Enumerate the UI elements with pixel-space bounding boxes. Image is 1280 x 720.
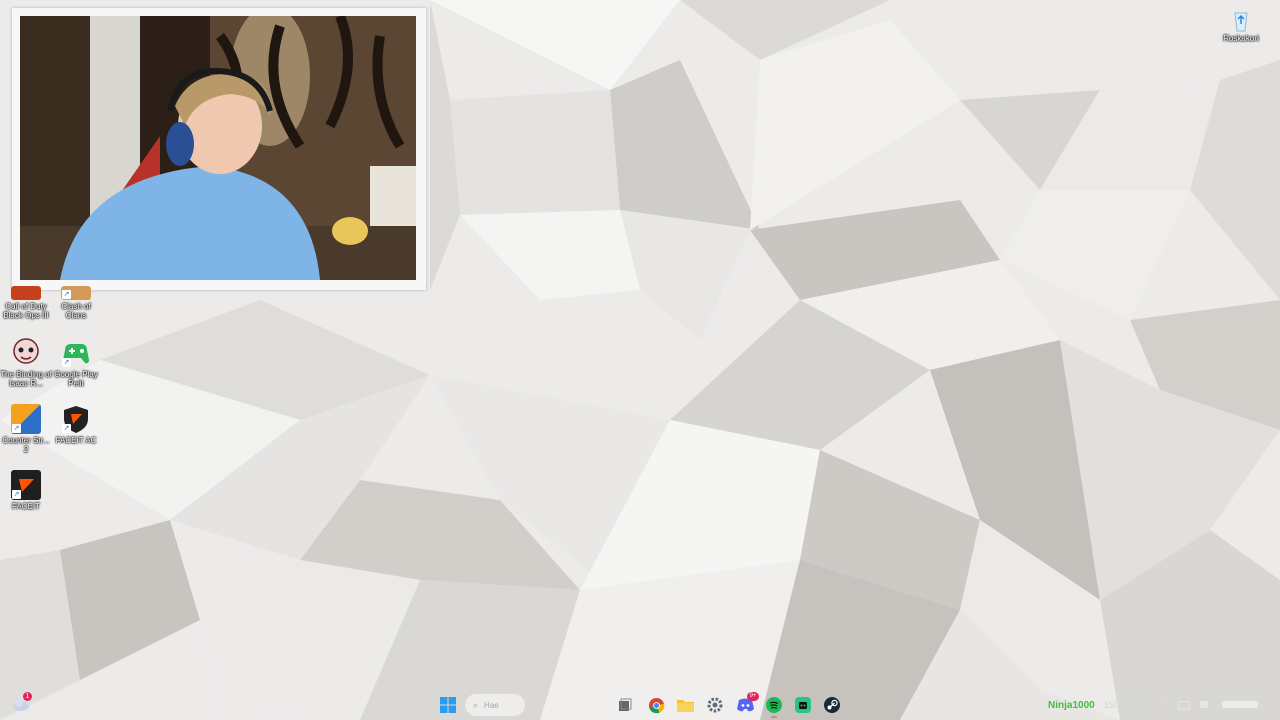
desktop-icon-label: FACEIT bbox=[11, 502, 40, 511]
taskbar-chrome[interactable] bbox=[645, 694, 667, 716]
folder-icon bbox=[676, 700, 694, 712]
desktop-icon-binding-of-isaac[interactable]: The Binding of Isaac R... bbox=[0, 338, 52, 388]
desktop-icon-recycle-bin[interactable]: Roskakori bbox=[1215, 8, 1267, 43]
taskbar-settings[interactable] bbox=[704, 694, 726, 716]
weather-widget[interactable]: 1 bbox=[10, 692, 32, 714]
steam-icon bbox=[824, 697, 840, 713]
faceit-ac-icon: ↗ bbox=[61, 404, 91, 434]
spotify-icon bbox=[766, 697, 782, 713]
clock-icon bbox=[1222, 701, 1258, 708]
call-of-duty-icon bbox=[11, 286, 41, 300]
chevron-up-icon: ^ bbox=[1160, 698, 1165, 708]
desktop-icon-google-play-games[interactable]: ↗ Google Play Pelit bbox=[50, 338, 102, 388]
start-button[interactable] bbox=[437, 694, 459, 716]
desktop-icon-faceit-ac[interactable]: ↗ FACEIT AC bbox=[50, 404, 102, 445]
clash-of-clans-icon: ↗ bbox=[61, 286, 91, 300]
gear-icon bbox=[707, 697, 723, 713]
desktop-icon-label: Roskakori bbox=[1223, 34, 1259, 43]
taskbar-discord[interactable]: 9+ bbox=[734, 692, 759, 716]
tray-icons[interactable]: ^ bbox=[1160, 698, 1270, 710]
desktop-icon-counter-strike[interactable]: ↗ Counter Str... 2 bbox=[0, 404, 52, 454]
taskbar-steam[interactable] bbox=[821, 694, 843, 716]
desktop-icon-clash-of-clans[interactable]: ↗ Clash of Clans bbox=[50, 286, 102, 320]
tray-user-label[interactable]: Ninja1000 bbox=[1048, 700, 1095, 711]
chrome-icon bbox=[648, 697, 664, 713]
taskbar-file-explorer[interactable] bbox=[674, 694, 696, 716]
desktop-icon-label: Counter Str... 2 bbox=[2, 436, 50, 454]
task-view-button[interactable] bbox=[614, 694, 636, 716]
desktop-icon-faceit[interactable]: ↗ FACEIT bbox=[0, 470, 52, 511]
search-icon: ⌕ bbox=[473, 699, 479, 710]
search-placeholder: Hae bbox=[484, 700, 499, 710]
task-view-icon bbox=[619, 698, 632, 711]
desktop-icon-label: Google Play Pelit bbox=[54, 370, 98, 388]
taskbar-search[interactable]: ⌕ Hae bbox=[465, 694, 525, 716]
spotify-active-indicator bbox=[771, 716, 777, 718]
weather-badge: 1 bbox=[23, 692, 32, 701]
desktop-icon-call-of-duty[interactable]: Call of Duty Black Ops III bbox=[0, 286, 52, 320]
tray-extra-label: 1509???? bbox=[1104, 700, 1145, 710]
windows-start-icon bbox=[440, 697, 456, 713]
taskbar-overlay-app[interactable] bbox=[792, 694, 814, 716]
counter-strike-icon: ↗ bbox=[11, 404, 41, 434]
taskbar-spotify[interactable] bbox=[763, 694, 785, 716]
desktop-icon-label: The Binding of Isaac R... bbox=[0, 370, 52, 388]
google-play-games-icon: ↗ bbox=[61, 338, 91, 368]
desktop-icon-label: Call of Duty Black Ops III bbox=[3, 302, 49, 320]
webcam-overlay bbox=[12, 8, 426, 290]
discord-badge: 9+ bbox=[747, 692, 759, 701]
desktop-icon-label: Clash of Clans bbox=[61, 302, 91, 320]
network-icon bbox=[1178, 701, 1190, 710]
binding-of-isaac-icon bbox=[11, 338, 41, 368]
overlay-app-icon bbox=[795, 697, 811, 713]
recycle-bin-icon bbox=[1228, 8, 1254, 32]
faceit-icon: ↗ bbox=[11, 470, 41, 500]
webcam-video bbox=[20, 16, 416, 280]
volume-icon bbox=[1200, 701, 1208, 708]
desktop-icon-label: FACEIT AC bbox=[55, 436, 97, 445]
